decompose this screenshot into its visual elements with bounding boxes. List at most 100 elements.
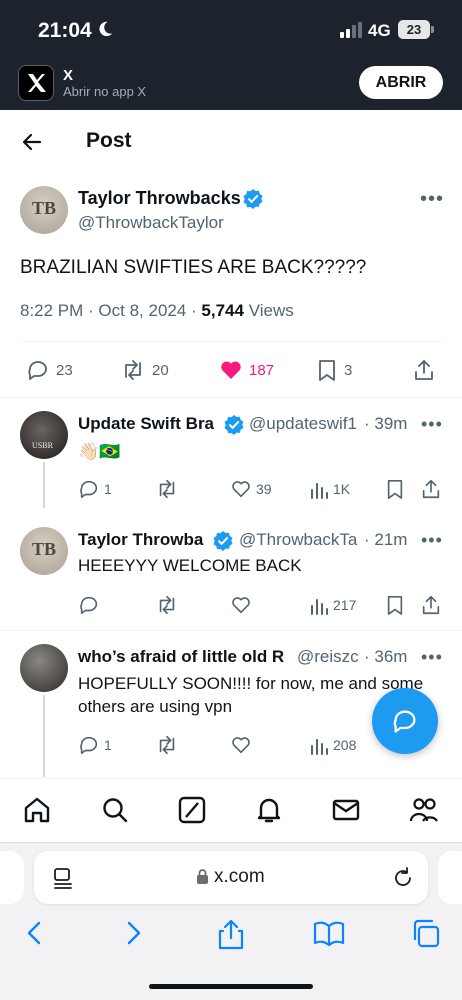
lock-icon bbox=[197, 869, 208, 884]
bookmark-icon[interactable] bbox=[385, 478, 405, 500]
verified-badge-icon bbox=[243, 189, 263, 209]
share-icon[interactable] bbox=[420, 594, 442, 616]
repost-button[interactable] bbox=[155, 734, 183, 756]
like-count: 187 bbox=[249, 361, 275, 379]
repost-button[interactable] bbox=[155, 478, 183, 500]
views-button[interactable]: 217 bbox=[309, 594, 356, 616]
search-icon[interactable] bbox=[100, 795, 130, 825]
share-icon[interactable] bbox=[412, 358, 436, 382]
grok-icon[interactable] bbox=[177, 795, 207, 825]
browser-back-icon[interactable] bbox=[22, 918, 48, 948]
messages-icon[interactable] bbox=[331, 795, 361, 825]
avatar-monogram: TB bbox=[31, 539, 56, 559]
reply-icon bbox=[80, 736, 98, 755]
like-button[interactable] bbox=[230, 734, 256, 756]
x-logo-icon[interactable] bbox=[18, 65, 54, 101]
more-options-icon[interactable]: ••• bbox=[420, 188, 444, 211]
page-title: Post bbox=[86, 129, 132, 152]
reply-handle[interactable]: @ThrowbackTa bbox=[239, 530, 367, 550]
reply-time: · 36m bbox=[364, 647, 408, 666]
next-tab-peek[interactable] bbox=[438, 851, 462, 904]
views-count: 1K bbox=[333, 481, 351, 497]
post-text: BRAZILIAN SWIFTIES ARE BACK????? bbox=[20, 257, 367, 278]
reply-button[interactable]: 1 bbox=[78, 478, 112, 500]
communities-icon[interactable] bbox=[408, 795, 440, 825]
like-button[interactable] bbox=[230, 594, 256, 616]
repost-icon bbox=[125, 360, 141, 380]
back-arrow-icon[interactable] bbox=[20, 130, 44, 154]
more-options-icon[interactable]: ••• bbox=[421, 647, 443, 668]
tabs-icon[interactable] bbox=[410, 918, 442, 948]
repost-icon bbox=[159, 595, 175, 615]
views-label: Views bbox=[243, 301, 294, 320]
heart-icon bbox=[232, 737, 250, 754]
bookmark-icon[interactable] bbox=[385, 594, 405, 616]
browser-share-icon[interactable] bbox=[216, 918, 246, 950]
status-time: 21:04 bbox=[38, 19, 92, 42]
reply-count: 1 bbox=[104, 481, 112, 497]
reply-icon bbox=[28, 361, 47, 380]
views-count[interactable]: 5,744 bbox=[201, 301, 244, 320]
reply-handle[interactable]: @reiszc bbox=[297, 647, 359, 667]
views-count: 217 bbox=[333, 597, 357, 613]
views-button[interactable]: 208 bbox=[309, 734, 356, 756]
reply-handle[interactable]: @updateswif1 bbox=[249, 414, 369, 434]
repost-icon bbox=[159, 479, 175, 499]
more-options-icon[interactable]: ••• bbox=[421, 530, 443, 551]
bookmark-button[interactable]: 3 bbox=[316, 358, 352, 382]
reply-author-name[interactable]: Update Swift Bra bbox=[78, 414, 214, 434]
reply-time: · 39m bbox=[364, 414, 408, 433]
home-icon[interactable] bbox=[22, 795, 52, 825]
repost-button[interactable]: 20 bbox=[120, 358, 169, 382]
post-meta: 8:22 PM · Oct 8, 2024 · 5,744 Views bbox=[20, 301, 294, 321]
heart-icon bbox=[232, 597, 250, 614]
reply-bubble-icon bbox=[393, 710, 416, 733]
reply-icon bbox=[80, 480, 98, 499]
signal-icon bbox=[340, 22, 362, 38]
repost-button[interactable] bbox=[155, 594, 183, 616]
reply-avatar[interactable]: USBR bbox=[20, 411, 68, 459]
avatar-mark: USBR bbox=[32, 441, 53, 450]
reply-button[interactable]: 1 bbox=[78, 734, 112, 756]
reader-mode-icon[interactable] bbox=[52, 866, 74, 890]
repost-count: 20 bbox=[152, 361, 169, 379]
like-button[interactable]: 187 bbox=[219, 358, 274, 382]
previous-tab-peek[interactable] bbox=[0, 851, 24, 904]
compose-reply-button[interactable] bbox=[372, 688, 438, 754]
app-name: X bbox=[63, 67, 74, 84]
reply-author-name[interactable]: Taylor Throwba bbox=[78, 530, 203, 550]
divider bbox=[0, 630, 462, 631]
thread-line bbox=[43, 695, 45, 777]
views-count: 208 bbox=[333, 737, 357, 753]
reply-text-line: HOPEFULLY SOON!!!! for now, me and some bbox=[78, 674, 424, 693]
reply-button[interactable]: 23 bbox=[26, 358, 73, 382]
browser-forward-icon[interactable] bbox=[120, 918, 146, 948]
author-handle[interactable]: @ThrowbackTaylor bbox=[78, 213, 224, 233]
reply-text: HEEEYYY WELCOME BACK bbox=[78, 556, 302, 575]
views-button[interactable]: 1K bbox=[309, 478, 350, 500]
reply-avatar[interactable]: TB bbox=[20, 527, 68, 575]
thread-line bbox=[43, 462, 45, 508]
share-icon[interactable] bbox=[420, 478, 442, 500]
bookmark-icon bbox=[319, 360, 335, 381]
views-icon bbox=[311, 599, 328, 615]
post-time: 8:22 PM · Oct 8, 2024 · bbox=[20, 301, 202, 320]
reply-button[interactable] bbox=[78, 594, 104, 616]
notifications-icon[interactable] bbox=[254, 795, 284, 825]
reply-author-name[interactable]: who’s afraid of little old R bbox=[78, 647, 284, 667]
avatar[interactable]: TB bbox=[20, 186, 68, 234]
heart-icon bbox=[232, 481, 250, 498]
verified-badge-icon bbox=[224, 415, 244, 435]
reload-icon[interactable] bbox=[391, 866, 415, 890]
network-type: 4G bbox=[368, 21, 391, 40]
url-text[interactable]: x.com bbox=[214, 866, 265, 888]
views-icon bbox=[311, 483, 328, 499]
more-options-icon[interactable]: ••• bbox=[421, 414, 443, 435]
reply-avatar[interactable] bbox=[20, 644, 68, 692]
bookmarks-icon[interactable] bbox=[312, 918, 346, 948]
open-app-button[interactable]: ABRIR bbox=[359, 66, 443, 99]
author-name[interactable]: Taylor Throwbacks bbox=[78, 188, 241, 209]
divider bbox=[20, 341, 442, 342]
like-button[interactable]: 39 bbox=[230, 478, 272, 500]
battery-tip bbox=[431, 26, 434, 33]
